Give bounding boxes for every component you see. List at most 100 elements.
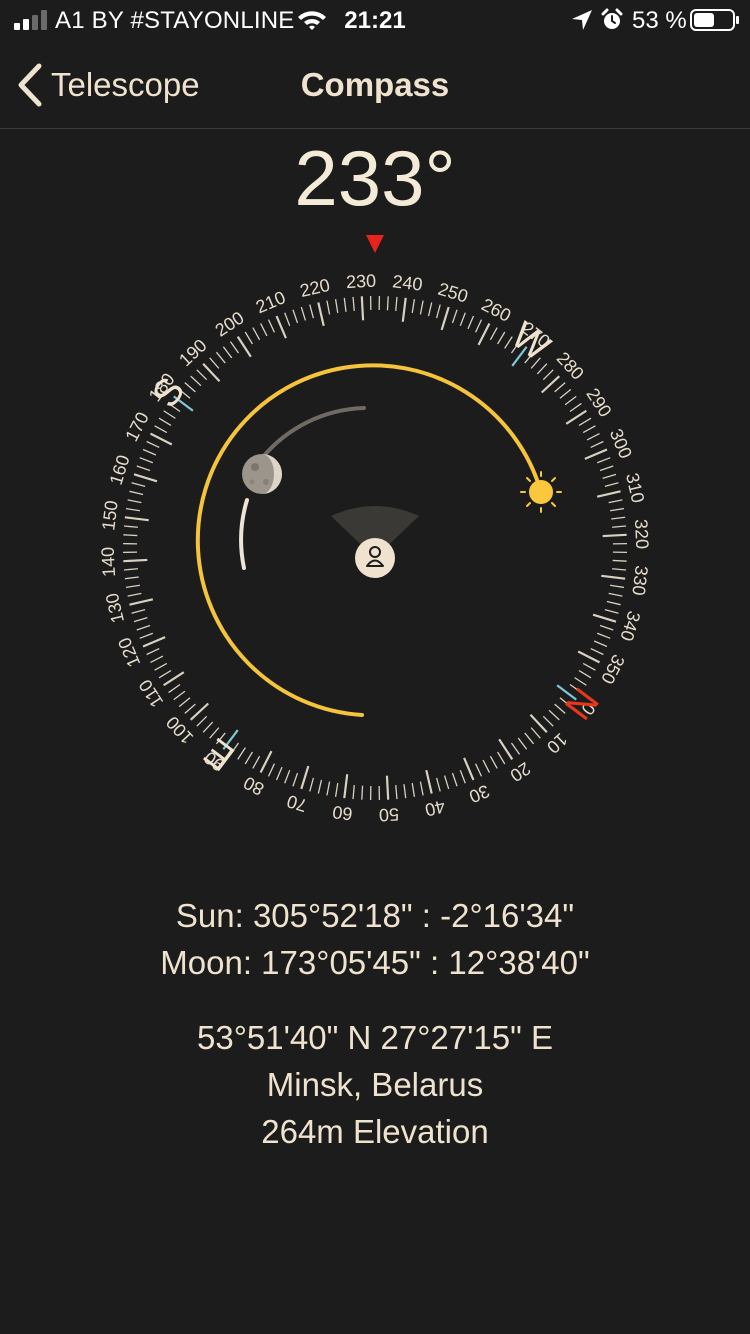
compass-tick [590, 440, 604, 449]
cardinal-west: W [503, 314, 557, 369]
compass-tick [497, 751, 506, 765]
compass-tick [123, 525, 138, 528]
compass-tick [123, 534, 138, 537]
compass-tick [149, 432, 173, 446]
moon-path-arc-lower [239, 498, 249, 570]
compass-tick [569, 402, 582, 413]
compass-tick [596, 490, 621, 498]
compass-tick [139, 632, 154, 639]
heading-pointer-icon [366, 235, 384, 253]
compass-tick-label: 70 [284, 791, 309, 816]
compass-tick [604, 482, 619, 488]
compass-tick [292, 772, 299, 787]
compass-tick [548, 709, 560, 721]
compass-tick [609, 584, 624, 589]
compass-tick [163, 671, 185, 687]
compass-tick [154, 662, 168, 671]
compass-tick [403, 784, 407, 799]
compass-tick [146, 440, 160, 449]
compass-tick [127, 499, 142, 504]
compass-dial[interactable]: 0102030405060708090100110120130140150160… [55, 210, 695, 890]
compass-tick [385, 775, 390, 800]
compass-tick [361, 785, 364, 800]
compass-tick [596, 457, 611, 464]
compass-tick [459, 312, 466, 327]
compass-tick [608, 592, 623, 597]
user-location-icon[interactable] [355, 538, 395, 578]
compass-tick [334, 299, 339, 314]
cardinal-east: E [197, 730, 243, 779]
battery-percent: 53 % [632, 7, 687, 34]
compass-tick [592, 613, 617, 623]
compass-tick [190, 375, 202, 387]
compass-tick [582, 662, 596, 671]
compass-tick [609, 507, 624, 512]
compass-tick [395, 296, 398, 311]
compass-tick [124, 516, 149, 522]
compass-tick [150, 655, 164, 663]
compass-tick [463, 757, 475, 781]
compass-tick-label: 350 [597, 651, 628, 687]
compass-tick [536, 363, 548, 375]
compass-tick [602, 533, 627, 538]
compass-tick [129, 490, 144, 496]
compass-tick-label: 20 [507, 758, 535, 786]
compass-tick [334, 782, 339, 797]
compass-tick [451, 772, 458, 787]
compass-tick [474, 763, 483, 777]
compass-tick [604, 608, 619, 614]
compass-tick [129, 598, 154, 606]
compass-tick [222, 346, 233, 359]
compass-tick-label: 50 [378, 804, 399, 825]
compass-tick [133, 616, 148, 623]
compass-tick [184, 703, 196, 714]
sun-icon [520, 471, 562, 513]
compass-tick [602, 473, 617, 480]
compass-tick [510, 742, 521, 755]
compass-tick [554, 382, 566, 393]
compass-tick [168, 683, 181, 694]
compass-tick [411, 299, 416, 314]
compass-tick [611, 516, 626, 520]
compass-tick [209, 357, 220, 369]
compass-tick [158, 417, 172, 426]
compass-tick-label: 200 [212, 308, 248, 341]
compass-tick [599, 465, 614, 472]
compass-tick [146, 647, 160, 656]
compass-tick [606, 600, 621, 606]
compass-tick-label: 300 [606, 426, 636, 461]
compass-tick-label: 130 [102, 591, 128, 625]
compass-tick-label: 60 [331, 802, 353, 824]
status-bar: A1 BY #STAYONLINE 21:21 53 % [0, 0, 750, 40]
compass-tick [586, 433, 600, 441]
compass-tick-label: 220 [298, 275, 332, 301]
compass-tick [275, 766, 283, 781]
compass-tick-label: 110 [135, 676, 167, 711]
compass-tick [419, 300, 424, 315]
compass-tick [127, 592, 142, 597]
compass-tick [178, 697, 191, 708]
compass-tick [215, 351, 226, 364]
battery-icon [690, 9, 739, 31]
compass-tick-label: 140 [98, 546, 120, 577]
compass-tick [564, 395, 577, 406]
place-name: Minsk, Belarus [266, 1066, 484, 1103]
compass-tick [284, 312, 291, 327]
compass-tick-label: 330 [628, 564, 652, 596]
compass-tick-label: 320 [631, 519, 653, 550]
compass-tick [326, 300, 331, 315]
compass-tick [517, 737, 528, 750]
compass-tick [474, 319, 483, 333]
compass-tick-label: 120 [114, 635, 144, 670]
compass-tick-label: 230 [346, 271, 377, 293]
compass-tick [565, 409, 587, 425]
compass-tick [593, 640, 608, 648]
compass-tick [136, 465, 151, 472]
compass-tick [596, 632, 611, 639]
compass-tick [599, 624, 614, 631]
compass-tick [326, 781, 331, 796]
compass-tick [123, 558, 148, 563]
compass-tick [530, 727, 541, 739]
page-title: Compass [300, 66, 450, 103]
compass-tick [601, 574, 626, 580]
